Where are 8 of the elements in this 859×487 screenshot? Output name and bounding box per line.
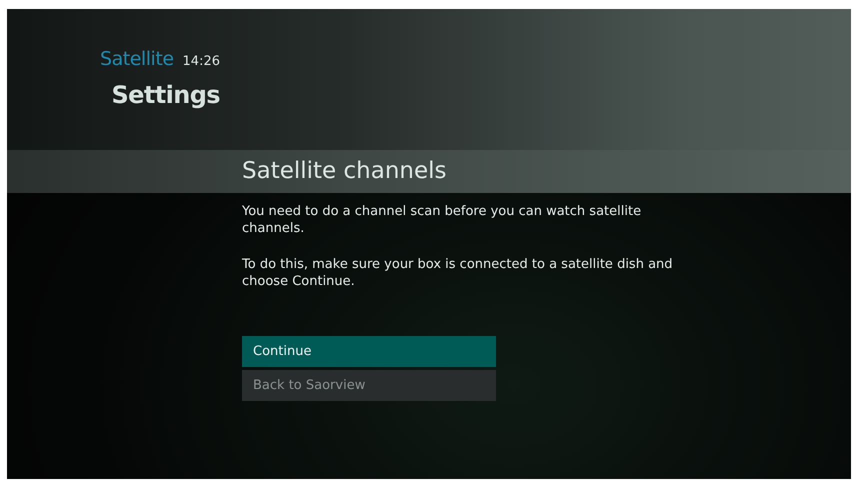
message-text: To do this, make sure your box is connected to a satellite dish and choose Continue. [242,256,674,290]
page-title: Settings [112,80,220,110]
menu-option[interactable]: Continue [242,336,496,367]
dialog-heading: Satellite channels [242,157,447,186]
message-text: You need to do a channel scan before you can watch satellite channels. [242,203,642,237]
source-label: Satellite [100,47,174,72]
menu-option[interactable]: Back to Saorview [242,370,496,401]
clock-time: 14:26 [182,53,220,71]
